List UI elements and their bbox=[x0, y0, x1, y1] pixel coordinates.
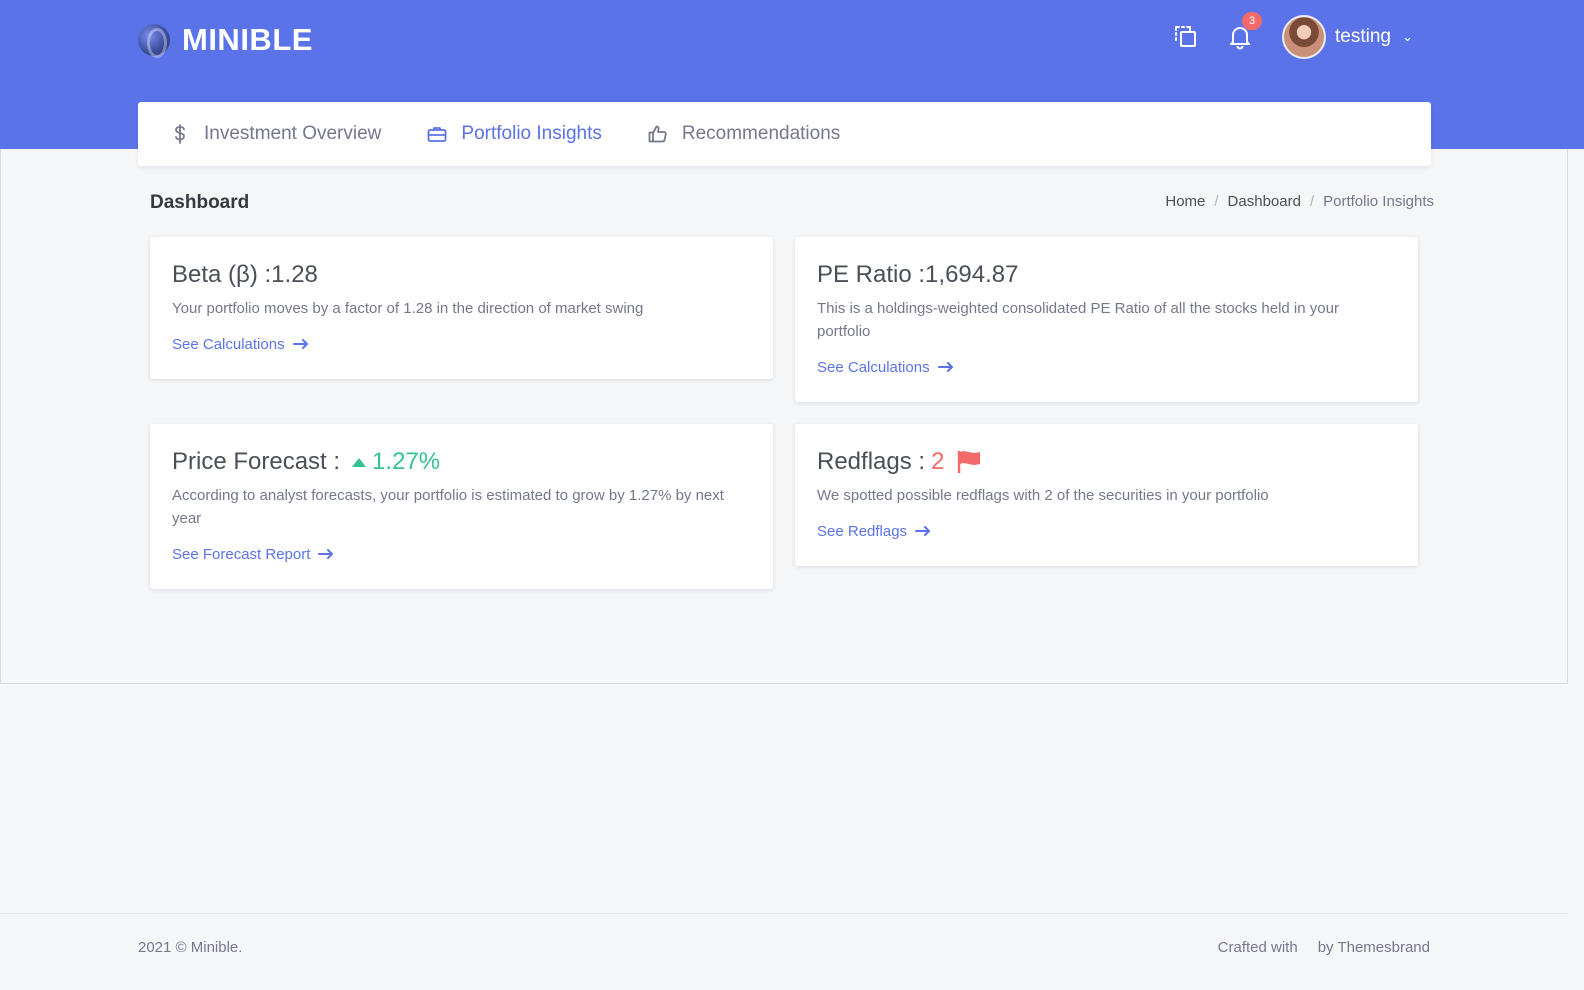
redflags-value: 2 bbox=[931, 448, 945, 475]
tab-label: Portfolio Insights bbox=[461, 123, 602, 144]
footer-credit-1: Crafted with bbox=[1217, 939, 1298, 956]
tab-label: Investment Overview bbox=[204, 123, 382, 144]
footer-credit: Crafted with by Themesbrand bbox=[1218, 939, 1430, 956]
redflags-description: We spotted possible redflags with 2 of t… bbox=[817, 487, 1269, 504]
logo-icon bbox=[138, 24, 170, 58]
content-frame bbox=[0, 149, 1568, 684]
tab-portfolio-insights[interactable]: Portfolio Insights bbox=[427, 123, 602, 145]
arrow-right-icon bbox=[318, 546, 334, 563]
top-nav: Investment Overview Portfolio Insights R… bbox=[138, 102, 1431, 166]
breadcrumb-home[interactable]: Home bbox=[1165, 193, 1205, 210]
beta-label: Beta (β) : bbox=[172, 261, 272, 288]
link-label: See Calculations bbox=[817, 359, 930, 376]
card-title: Price Forecast : 1.27% bbox=[172, 448, 751, 476]
card-title: Beta (β) : 1.28 bbox=[172, 261, 751, 289]
link-label: See Calculations bbox=[172, 336, 285, 353]
price-forecast-card: Price Forecast : 1.27% According to anal… bbox=[150, 424, 773, 589]
beta-description: Your portfolio moves by a factor of 1.28… bbox=[172, 300, 644, 317]
user-name: testing bbox=[1335, 26, 1391, 47]
link-label: See Forecast Report bbox=[172, 546, 311, 563]
pe-ratio-card: PE Ratio : 1,694.87 This is a holdings-w… bbox=[795, 237, 1418, 402]
flag-icon bbox=[958, 451, 981, 473]
forecast-change: 1.27% bbox=[352, 448, 440, 476]
breadcrumb-current: Portfolio Insights bbox=[1323, 193, 1434, 210]
link-label: See Redflags bbox=[817, 523, 908, 540]
briefcase-icon bbox=[427, 124, 447, 144]
pe-label: PE Ratio : bbox=[817, 261, 926, 288]
forecast-description: According to analyst forecasts, your por… bbox=[172, 487, 724, 527]
avatar[interactable] bbox=[1282, 15, 1326, 59]
pe-value: 1,694.87 bbox=[925, 261, 1019, 288]
heart-icon bbox=[1304, 939, 1312, 956]
see-calculations-link[interactable]: See Calculations bbox=[172, 336, 751, 353]
fullscreen-icon[interactable] bbox=[1171, 22, 1201, 52]
caret-up-icon bbox=[352, 457, 367, 467]
see-calculations-link[interactable]: See Calculations bbox=[817, 359, 1396, 376]
page-title: Dashboard bbox=[150, 192, 250, 213]
card-title: PE Ratio : 1,694.87 bbox=[817, 261, 1396, 289]
footer: 2021 © Minible. Crafted with by Themesbr… bbox=[0, 913, 1568, 990]
breadcrumb: Home / Dashboard / Portfolio Insights bbox=[1165, 193, 1434, 210]
see-forecast-report-link[interactable]: See Forecast Report bbox=[172, 546, 751, 563]
forecast-label: Price Forecast : bbox=[172, 448, 341, 475]
chevron-down-icon: ⌄ bbox=[1401, 29, 1413, 44]
beta-value: 1.28 bbox=[271, 261, 318, 288]
redflags-card: Redflags : 2 We spotted possible redflag… bbox=[795, 424, 1418, 566]
breadcrumb-separator: / bbox=[1214, 193, 1219, 210]
arrow-right-icon bbox=[915, 523, 931, 540]
tab-label: Recommendations bbox=[681, 123, 841, 144]
breadcrumb-separator: / bbox=[1309, 193, 1315, 210]
arrow-right-icon bbox=[937, 359, 954, 376]
tab-recommendations[interactable]: Recommendations bbox=[648, 123, 840, 145]
notification-badge: 3 bbox=[1242, 12, 1262, 30]
beta-card: Beta (β) : 1.28 Your portfolio moves by … bbox=[150, 237, 773, 379]
brand-name: MINIBLE bbox=[182, 22, 313, 57]
footer-credit-2[interactable]: by Themesbrand bbox=[1318, 939, 1430, 956]
pe-description: This is a holdings-weighted consolidated… bbox=[817, 300, 1339, 340]
footer-copyright: 2021 © Minible. bbox=[138, 939, 243, 956]
see-redflags-link[interactable]: See Redflags bbox=[817, 523, 1396, 540]
thumbs-up-icon bbox=[648, 124, 668, 144]
tab-investment-overview[interactable]: Investment Overview bbox=[170, 123, 381, 145]
arrow-right-icon bbox=[292, 336, 309, 353]
forecast-value: 1.27% bbox=[372, 448, 441, 475]
dollar-icon bbox=[170, 124, 190, 144]
user-menu[interactable]: testing ⌄ bbox=[1282, 15, 1413, 59]
card-title: Redflags : 2 bbox=[817, 448, 1396, 476]
logo[interactable]: MINIBLE bbox=[138, 22, 313, 58]
breadcrumb-dashboard[interactable]: Dashboard bbox=[1228, 193, 1301, 210]
redflags-label: Redflags : bbox=[817, 448, 926, 475]
